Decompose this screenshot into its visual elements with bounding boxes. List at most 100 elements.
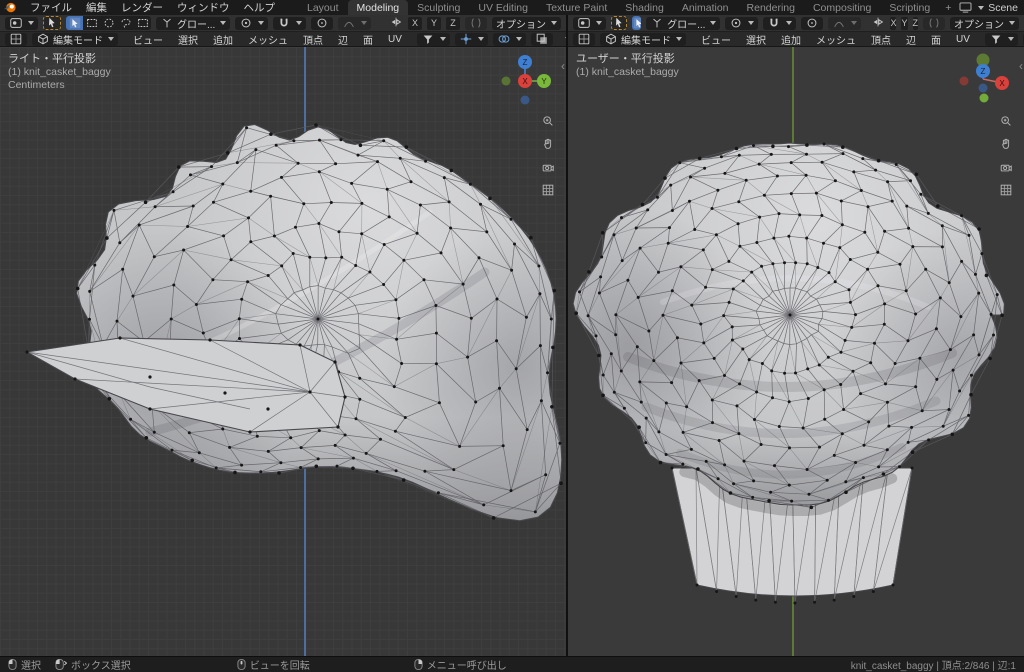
navigation-gizmo[interactable]: Z Y X <box>496 51 554 109</box>
workspace-tab-rendering[interactable]: Rendering <box>738 0 804 15</box>
right-hat-mesh <box>568 47 1024 656</box>
editor-type-button[interactable] <box>573 33 595 46</box>
transform-orientation-dropdown[interactable]: グロー... <box>646 17 720 30</box>
pan-hand-button[interactable] <box>540 136 556 152</box>
menu-0[interactable]: ビュー <box>128 32 168 47</box>
select-extend-tool-button[interactable] <box>134 16 151 30</box>
mirror-z-button[interactable]: Z <box>446 17 460 30</box>
scene-selector[interactable]: Scene <box>959 0 1024 15</box>
selectability-filter-dropdown[interactable] <box>417 33 450 46</box>
left-mode-header: 編集モードビュー選択追加メッシュ頂点辺面 UV <box>0 31 566 47</box>
gizmo-z-neg-axis[interactable] <box>979 84 988 93</box>
select-tweak-tool-button[interactable] <box>66 16 83 30</box>
show-overlays-dropdown[interactable] <box>493 33 526 46</box>
topbar-menu-2[interactable]: レンダー <box>114 0 170 15</box>
selectability-filter-dropdown[interactable] <box>985 33 1018 46</box>
select-circle-tool-button[interactable] <box>100 16 117 30</box>
camera-view-button[interactable] <box>540 159 556 175</box>
workspace-tab-texture-paint[interactable]: Texture Paint <box>537 0 616 15</box>
proportional-editing-toggle[interactable] <box>311 17 333 30</box>
menu-2[interactable]: 追加 <box>208 32 238 47</box>
orthographic-grid-button[interactable] <box>998 182 1014 198</box>
chevron-down-icon <box>851 21 857 25</box>
mirror-y-button[interactable]: Y <box>427 17 441 30</box>
menu-6[interactable]: 面 <box>358 32 378 47</box>
topbar-menu-0[interactable]: ファイル <box>23 0 79 15</box>
sidebar-collapse-arrow[interactable]: ‹ <box>561 59 565 73</box>
topbar-menu-1[interactable]: 編集 <box>79 0 114 15</box>
snap-toggle-dropdown[interactable] <box>763 17 796 30</box>
select-lasso-tool-button[interactable] <box>117 16 134 30</box>
editor-type-button[interactable] <box>5 33 27 46</box>
workspace-tab-sculpting[interactable]: Sculpting <box>408 0 469 15</box>
workspace-tab-layout[interactable]: Layout <box>298 0 348 15</box>
menu-4[interactable]: 頂点 <box>866 32 896 47</box>
proportional-falloff-dropdown[interactable] <box>828 17 861 30</box>
camera-view-button[interactable] <box>998 159 1014 175</box>
menu-3[interactable]: メッシュ <box>811 32 861 47</box>
menu-5[interactable]: 辺 <box>901 32 921 47</box>
menu-3[interactable]: メッシュ <box>243 32 293 47</box>
sidebar-collapse-arrow[interactable]: ‹ <box>1019 59 1023 73</box>
xray-toggle[interactable] <box>531 33 553 46</box>
snap-toggle-dropdown[interactable] <box>273 17 306 30</box>
add-workspace-button[interactable]: + <box>939 0 957 15</box>
gizmo-y-neg-axis[interactable] <box>502 77 511 86</box>
mirror-x-button[interactable]: X <box>890 17 896 30</box>
gizmo-y-pos-dot[interactable] <box>980 94 989 103</box>
menu-0[interactable]: ビュー <box>696 32 736 47</box>
pan-hand-button[interactable] <box>998 136 1014 152</box>
options-dropdown[interactable]: オプション <box>950 17 1019 30</box>
menu-1[interactable]: 選択 <box>173 32 203 47</box>
zoom-button[interactable] <box>998 113 1014 129</box>
select-tweak-tool-button[interactable] <box>632 16 641 30</box>
menu-4[interactable]: 頂点 <box>298 32 328 47</box>
editor-type-button[interactable] <box>5 17 38 30</box>
orthographic-grid-button[interactable] <box>540 182 556 198</box>
menu-7[interactable]: UV <box>383 34 407 45</box>
viewport-split-area: グロー...XYZオプション 編集モードビュー選択追加メッシュ頂点辺面UV ライ… <box>0 15 1024 656</box>
mirror-z-button[interactable]: Z <box>913 17 919 30</box>
chevron-down-icon <box>710 21 716 25</box>
pivot-point-dropdown[interactable] <box>235 17 268 30</box>
left-3d-viewport[interactable]: ライト・平行投影 (1) knit_casket_baggy Centimete… <box>0 47 566 656</box>
transform-orientation-dropdown[interactable]: グロー... <box>156 17 230 30</box>
mode-dropdown[interactable]: 編集モード <box>32 33 118 46</box>
options-dropdown[interactable]: オプション <box>492 17 561 30</box>
pivot-point-dropdown[interactable] <box>725 17 758 30</box>
mesh-symmetry-dropdown[interactable] <box>465 17 487 30</box>
gizmo-z-neg-axis[interactable] <box>521 96 530 105</box>
workspace-tab-modeling[interactable]: Modeling <box>348 0 409 15</box>
show-gizmo-dropdown[interactable] <box>455 33 488 46</box>
chevron-down-icon <box>748 21 754 25</box>
mirror-y-button[interactable]: Y <box>901 17 907 30</box>
proportional-falloff-dropdown[interactable] <box>338 17 371 30</box>
menu-7[interactable]: UV <box>951 34 975 45</box>
editor-type-button[interactable] <box>573 17 606 30</box>
right-3d-viewport[interactable]: ユーザー・平行投影 (1) knit_casket_baggy Z X ‹ <box>568 47 1024 656</box>
hint-box-select: ボックス選択 <box>55 657 131 672</box>
mode-dropdown[interactable]: 編集モード <box>600 33 686 46</box>
workspace-tab-compositing[interactable]: Compositing <box>804 0 880 15</box>
menu-1[interactable]: 選択 <box>741 32 771 47</box>
svg-text:Z: Z <box>981 67 986 76</box>
workspace-tab-animation[interactable]: Animation <box>673 0 738 15</box>
navigation-gizmo[interactable]: Z X <box>958 51 1012 109</box>
mesh-symmetry-dropdown[interactable] <box>923 17 945 30</box>
workspace-tab-uv-editing[interactable]: UV Editing <box>469 0 537 15</box>
gizmo-x-neg-axis[interactable] <box>960 77 969 86</box>
active-tool-button[interactable] <box>43 16 61 30</box>
workspace-tab-scripting[interactable]: Scripting <box>880 0 939 15</box>
menu-2[interactable]: 追加 <box>776 32 806 47</box>
proportional-editing-toggle[interactable] <box>801 17 823 30</box>
mirror-x-button[interactable]: X <box>408 17 422 30</box>
active-tool-button[interactable] <box>611 16 627 30</box>
workspace-tab-shading[interactable]: Shading <box>616 0 673 15</box>
menu-6[interactable]: 面 <box>926 32 946 47</box>
zoom-button[interactable] <box>540 113 556 129</box>
select-mode-group <box>632 16 641 30</box>
topbar-menu-4[interactable]: ヘルプ <box>237 0 283 15</box>
select-box-tool-button[interactable] <box>83 16 100 30</box>
topbar-menu-3[interactable]: ウィンドウ <box>170 0 237 15</box>
menu-5[interactable]: 辺 <box>333 32 353 47</box>
